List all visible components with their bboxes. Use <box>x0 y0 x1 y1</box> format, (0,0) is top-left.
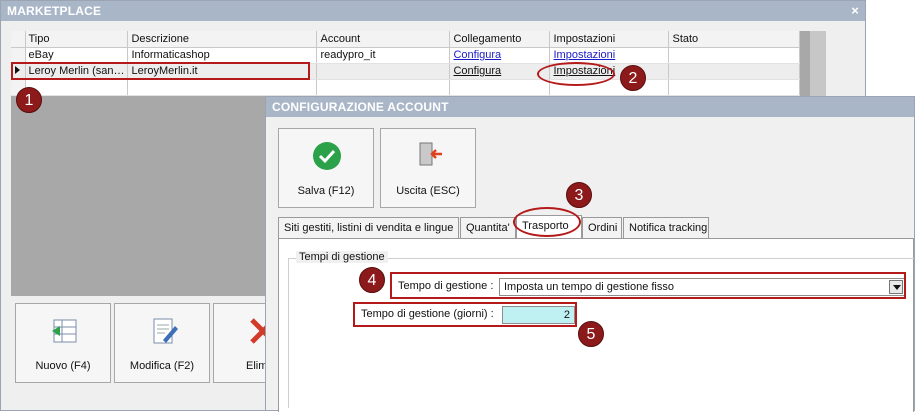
row-header-cell <box>11 31 26 48</box>
column-header[interactable]: Descrizione <box>127 31 318 48</box>
marketplace-titlebar: MARKETPLACE × <box>1 1 865 21</box>
cell-tipo: eBay <box>25 47 129 64</box>
step-badge: 4 <box>359 267 385 293</box>
close-icon[interactable]: × <box>851 3 859 18</box>
column-header[interactable]: Collegamento <box>449 31 551 48</box>
highlight-box <box>11 62 310 80</box>
cell-empty <box>25 79 129 96</box>
cell-stato <box>668 63 800 80</box>
cell-empty <box>449 79 551 96</box>
group-title: Tempi di gestione <box>296 251 388 263</box>
row-header-cell <box>11 47 26 64</box>
new-button[interactable]: Nuovo (F4) <box>15 303 111 383</box>
exit-door-icon <box>419 142 442 166</box>
highlight-box <box>353 302 577 327</box>
table-row[interactable] <box>11 79 800 96</box>
delete-button-label: Elimi <box>246 360 267 372</box>
cell-empty <box>316 79 451 96</box>
highlight-oval <box>537 62 615 86</box>
cell-stato <box>668 47 800 64</box>
delete-button[interactable]: Elimi <box>213 303 267 383</box>
step-badge: 3 <box>566 182 592 208</box>
tab-notifica-tracking[interactable]: Notifica tracking <box>623 217 709 239</box>
edit-button[interactable]: Modifica (F2) <box>114 303 210 383</box>
cell-account: readypro_it <box>316 47 451 64</box>
config-title: CONFIGURAZIONE ACCOUNT <box>272 100 449 114</box>
impostazioni-link[interactable]: Impostazioni <box>553 49 615 61</box>
cell-empty <box>668 79 800 96</box>
checkmark-icon <box>313 142 341 170</box>
marketplace-title: MARKETPLACE <box>7 4 102 18</box>
save-button[interactable]: Salva (F12) <box>278 128 374 208</box>
step-badge: 5 <box>578 321 604 347</box>
step-badge: 1 <box>16 87 42 113</box>
edit-button-label: Modifica (F2) <box>129 360 195 372</box>
add-row-icon <box>52 319 77 343</box>
tab-quantita[interactable]: Quantita' <box>460 217 516 239</box>
highlight-oval <box>513 207 581 237</box>
cell-empty <box>127 79 318 96</box>
cell-account <box>316 63 451 80</box>
tab-siti-gestiti[interactable]: Siti gestiti, listini di vendita e lingu… <box>278 217 459 239</box>
cell-collegamento: Configura <box>449 47 551 64</box>
new-button-label: Nuovo (F4) <box>35 360 91 372</box>
configura-link[interactable]: Configura <box>453 65 501 77</box>
cell-collegamento: Configura <box>449 63 551 80</box>
cell-descrizione: Informaticashop <box>127 47 318 64</box>
step-badge: 2 <box>620 65 646 91</box>
exit-button-label: Uscita (ESC) <box>396 185 460 197</box>
column-header[interactable]: Account <box>316 31 451 48</box>
cell-impostazioni: Impostazioni <box>549 47 670 64</box>
column-header[interactable]: Stato <box>668 31 800 48</box>
config-titlebar: CONFIGURAZIONE ACCOUNT <box>266 97 914 117</box>
table-row[interactable]: eBay Informaticashop readypro_it Configu… <box>11 47 800 64</box>
exit-button[interactable]: Uscita (ESC) <box>380 128 476 208</box>
tab-ordini[interactable]: Ordini <box>582 217 622 239</box>
table-header: Tipo Descrizione Account Collegamento Im… <box>11 31 800 48</box>
highlight-box <box>390 272 906 299</box>
column-header[interactable]: Tipo <box>25 31 129 48</box>
edit-document-icon <box>153 318 178 344</box>
column-header[interactable]: Impostazioni <box>549 31 670 48</box>
save-button-label: Salva (F12) <box>297 185 355 197</box>
config-window: CONFIGURAZIONE ACCOUNT Salva (F12) Uscit… <box>265 96 915 412</box>
configura-link[interactable]: Configura <box>453 49 501 61</box>
